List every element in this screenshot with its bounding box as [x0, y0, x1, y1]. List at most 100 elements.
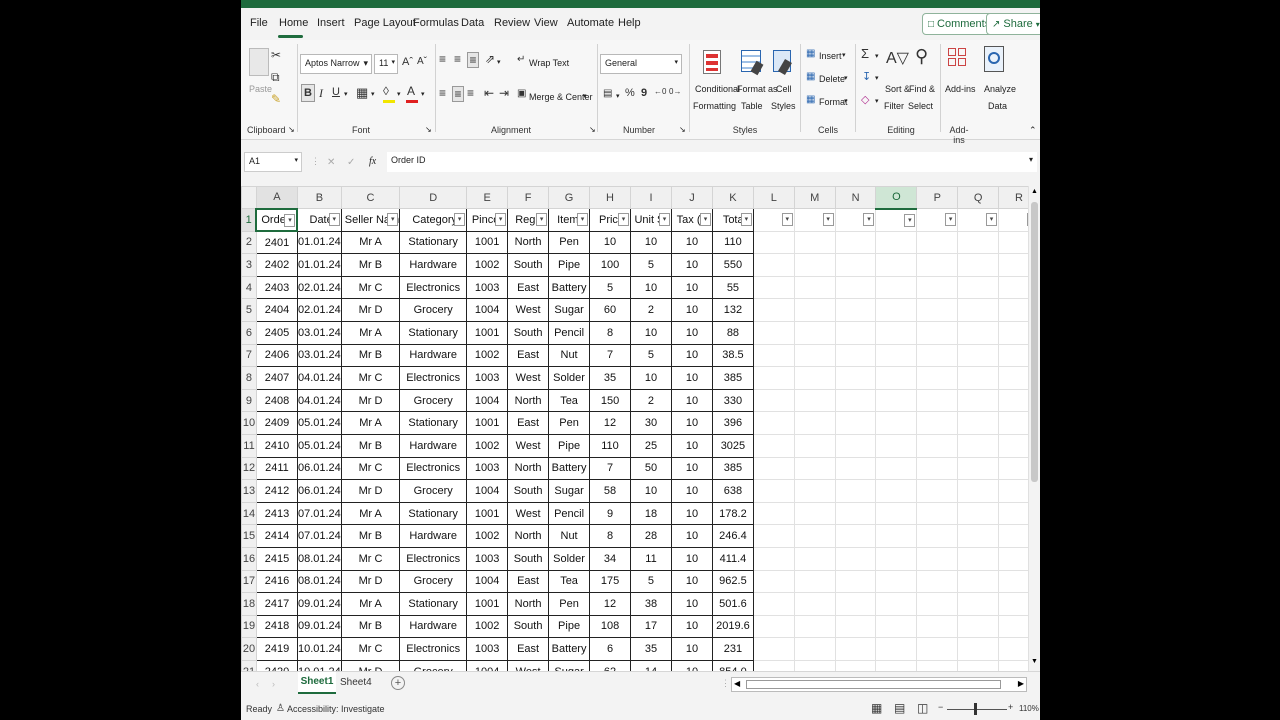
empty-cell[interactable]: [916, 659, 959, 671]
data-cell[interactable]: Mr C: [340, 546, 401, 571]
empty-cell[interactable]: [834, 433, 877, 458]
data-cell[interactable]: 110: [589, 433, 631, 458]
data-cell[interactable]: West: [507, 659, 550, 671]
data-cell[interactable]: Electronics: [399, 366, 468, 390]
empty-cell[interactable]: [834, 388, 877, 413]
data-cell[interactable]: Mr C: [340, 637, 401, 661]
align-left-icon[interactable]: ≡: [439, 86, 446, 100]
column-header-e[interactable]: E: [466, 186, 509, 209]
column-header-h[interactable]: H: [589, 186, 631, 209]
header-cell[interactable]: Pincod ▾: [466, 208, 509, 232]
empty-cell[interactable]: [957, 275, 1000, 300]
filter-dropdown-icon[interactable]: ▾: [863, 213, 875, 226]
empty-cell[interactable]: [752, 366, 795, 390]
borders-icon[interactable]: ▦: [356, 85, 368, 101]
empty-cell[interactable]: [834, 614, 877, 639]
empty-cell[interactable]: [957, 501, 1000, 526]
data-cell[interactable]: 18: [629, 501, 672, 526]
row-header[interactable]: 20: [241, 637, 257, 661]
empty-cell[interactable]: [875, 433, 918, 458]
data-cell[interactable]: 1004: [466, 388, 509, 413]
data-cell[interactable]: 5: [629, 343, 672, 368]
empty-cell[interactable]: [793, 275, 836, 300]
data-cell[interactable]: Mr A: [340, 501, 401, 526]
align-middle-icon[interactable]: ≡: [454, 52, 461, 66]
empty-cell[interactable]: [957, 230, 1000, 255]
empty-cell[interactable]: [916, 343, 959, 368]
data-cell[interactable]: 10: [670, 614, 713, 639]
empty-cell[interactable]: [957, 569, 1000, 594]
filter-dropdown-icon[interactable]: ▾: [986, 213, 998, 226]
data-cell[interactable]: North: [507, 388, 550, 413]
empty-cell[interactable]: [834, 456, 877, 481]
empty-cell[interactable]: [875, 659, 918, 671]
tab-splitter-icon[interactable]: ⋮: [721, 678, 730, 689]
data-cell[interactable]: West: [507, 298, 550, 322]
align-right-icon[interactable]: ≡: [467, 86, 474, 100]
data-cell[interactable]: Solder: [548, 546, 591, 571]
data-cell[interactable]: 385: [711, 456, 754, 481]
empty-cell[interactable]: [752, 433, 795, 458]
scroll-down-icon[interactable]: ▼: [1031, 658, 1038, 665]
empty-cell[interactable]: [793, 524, 836, 548]
data-cell[interactable]: 10: [670, 501, 713, 526]
data-cell[interactable]: 10: [670, 479, 713, 503]
empty-cell[interactable]: [752, 253, 795, 277]
empty-cell[interactable]: [752, 230, 795, 255]
tab-data[interactable]: Data: [461, 17, 484, 29]
data-cell[interactable]: Grocery: [399, 659, 468, 671]
chevron-down-icon[interactable]: ▾: [421, 90, 425, 98]
data-cell[interactable]: Stationary: [399, 592, 468, 616]
row-header[interactable]: 10: [241, 411, 257, 435]
row-header[interactable]: 18: [241, 592, 257, 616]
data-cell[interactable]: 02.01.24: [296, 275, 342, 300]
copy-icon[interactable]: ⧉: [271, 70, 280, 85]
data-cell[interactable]: 10: [670, 546, 713, 571]
font-color-icon[interactable]: A: [407, 84, 415, 98]
data-cell[interactable]: 28: [629, 524, 672, 548]
data-cell[interactable]: Nut: [548, 343, 591, 368]
data-cell[interactable]: 35: [629, 637, 672, 661]
data-cell[interactable]: 10: [629, 230, 672, 255]
data-cell[interactable]: 854.0: [711, 659, 754, 671]
header-cell[interactable]: Tax (% ▾: [670, 208, 713, 232]
data-cell[interactable]: 10: [670, 411, 713, 435]
empty-cell[interactable]: [875, 569, 918, 594]
row-header[interactable]: 11: [241, 433, 257, 458]
data-cell[interactable]: Mr B: [340, 343, 401, 368]
data-cell[interactable]: Hardware: [399, 433, 468, 458]
empty-cell[interactable]: [834, 637, 877, 661]
chevron-down-icon[interactable]: ▾: [875, 74, 879, 82]
data-cell[interactable]: 1002: [466, 253, 509, 277]
empty-cell[interactable]: [916, 614, 959, 639]
data-cell[interactable]: 1002: [466, 614, 509, 639]
align-bottom-icon[interactable]: ≡: [467, 52, 479, 68]
data-cell[interactable]: 1001: [466, 592, 509, 616]
tab-file[interactable]: File: [250, 17, 268, 29]
data-cell[interactable]: 1002: [466, 433, 509, 458]
empty-cell[interactable]: [916, 275, 959, 300]
data-cell[interactable]: 50: [629, 456, 672, 481]
data-cell[interactable]: Battery: [548, 456, 591, 481]
data-cell[interactable]: 396: [711, 411, 754, 435]
empty-header-cell[interactable]: ▾: [875, 208, 918, 232]
data-cell[interactable]: 2417: [255, 592, 298, 616]
font-launcher-icon[interactable]: ↘: [425, 125, 432, 134]
data-cell[interactable]: 55: [711, 275, 754, 300]
fill-color-icon[interactable]: ◊: [383, 84, 389, 98]
data-cell[interactable]: 10: [629, 320, 672, 345]
empty-cell[interactable]: [875, 479, 918, 503]
empty-cell[interactable]: [957, 524, 1000, 548]
row-header[interactable]: 3: [241, 253, 257, 277]
data-cell[interactable]: 10: [670, 366, 713, 390]
empty-cell[interactable]: [834, 524, 877, 548]
data-cell[interactable]: Mr B: [340, 614, 401, 639]
data-cell[interactable]: 1003: [466, 275, 509, 300]
empty-cell[interactable]: [793, 253, 836, 277]
empty-cell[interactable]: [834, 501, 877, 526]
empty-cell[interactable]: [875, 456, 918, 481]
data-cell[interactable]: Mr A: [340, 320, 401, 345]
data-cell[interactable]: 132: [711, 298, 754, 322]
empty-cell[interactable]: [793, 456, 836, 481]
data-cell[interactable]: 7: [589, 456, 631, 481]
